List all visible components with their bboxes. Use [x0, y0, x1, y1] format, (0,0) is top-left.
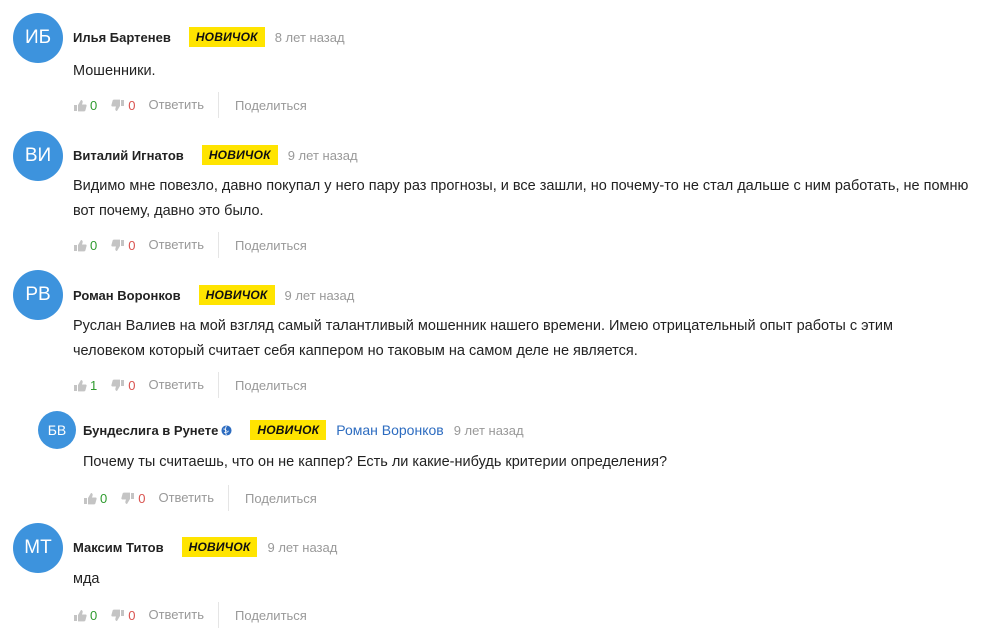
avatar[interactable]: МТ [13, 523, 63, 573]
comment-text: мда [73, 571, 100, 587]
timestamp[interactable]: 9 лет назад [454, 423, 524, 438]
like-button[interactable]: 0 [73, 608, 97, 623]
avatar[interactable]: РВ [13, 270, 63, 320]
comment-text: Мошенники. [73, 63, 156, 79]
dislike-button[interactable]: 0 [111, 378, 135, 393]
avatar[interactable]: ИБ [13, 13, 63, 63]
reply-button[interactable]: Ответить [158, 485, 230, 511]
reply-to-link[interactable]: Роман Воронков [336, 422, 443, 438]
thumbs-down-icon [111, 379, 125, 391]
share-button[interactable]: Поделиться [235, 98, 307, 113]
dislike-button[interactable]: 0 [121, 491, 145, 506]
like-count: 0 [90, 607, 98, 623]
author-name[interactable]: Роман Воронков [73, 288, 181, 303]
status-badge: НОВИЧОК [188, 27, 265, 47]
thumbs-down-icon [111, 99, 125, 111]
dislike-button[interactable]: 0 [111, 238, 135, 253]
status-badge: НОВИЧОК [181, 537, 258, 557]
like-count: 0 [100, 490, 108, 506]
status-badge: НОВИЧОК [201, 145, 278, 165]
like-button[interactable]: 0 [73, 98, 97, 113]
dislike-button[interactable]: 0 [111, 98, 135, 113]
comment-meta: Максим Титов НОВИЧОК 9 лет назад [73, 535, 337, 559]
comment-text: Почему ты считаешь, что он не каппер? Ес… [83, 454, 668, 470]
dislike-button[interactable]: 0 [111, 608, 135, 623]
dislike-count: 0 [128, 607, 136, 623]
thumbs-up-icon [84, 492, 97, 504]
thumbs-down-icon [111, 609, 125, 621]
like-count: 0 [90, 237, 98, 253]
author-name[interactable]: Илья Бартенев [73, 30, 171, 45]
reply-button[interactable]: Ответить [148, 602, 220, 628]
thumbs-down-icon [111, 239, 125, 251]
dislike-count: 0 [128, 237, 136, 253]
comment-actions: 0 0 Ответить Поделиться [73, 232, 307, 258]
timestamp[interactable]: 9 лет назад [288, 148, 358, 163]
reply-button[interactable]: Ответить [148, 232, 220, 258]
dislike-count: 0 [138, 490, 146, 506]
timestamp[interactable]: 9 лет назад [267, 540, 337, 555]
globe-icon [221, 424, 232, 436]
thumbs-down-icon [121, 492, 135, 504]
comment-actions: 0 0 Ответить Поделиться [73, 602, 307, 628]
status-badge: НОВИЧОК [250, 420, 327, 440]
author-name[interactable]: Максим Титов [73, 540, 164, 555]
reply-button[interactable]: Ответить [148, 92, 220, 118]
comment-meta: Бундеслига в Рунете НОВИЧОК Роман Воронк… [83, 418, 524, 442]
avatar[interactable]: ВИ [13, 131, 63, 181]
dislike-count: 0 [128, 377, 136, 393]
reply-button[interactable]: Ответить [148, 372, 220, 398]
comment-meta: Роман Воронков НОВИЧОК 9 лет назад [73, 283, 354, 307]
comment-meta: Виталий Игнатов НОВИЧОК 9 лет назад [73, 143, 358, 167]
comment-actions: 1 0 Ответить Поделиться [73, 372, 307, 398]
author-name[interactable]: Виталий Игнатов [73, 148, 184, 163]
status-badge: НОВИЧОК [198, 285, 275, 305]
avatar[interactable]: БВ [38, 411, 76, 449]
thumbs-up-icon [74, 379, 87, 391]
like-button[interactable]: 0 [83, 491, 107, 506]
like-count: 1 [90, 377, 98, 393]
dislike-count: 0 [128, 97, 136, 113]
timestamp[interactable]: 9 лет назад [285, 288, 355, 303]
comment-meta: Илья Бартенев НОВИЧОК 8 лет назад [73, 25, 345, 49]
comment-actions: 0 0 Ответить Поделиться [83, 485, 317, 511]
comment-text: Видимо мне повезло, давно покупал у него… [73, 178, 969, 219]
like-count: 0 [90, 97, 98, 113]
thumbs-up-icon [74, 609, 87, 621]
share-button[interactable]: Поделиться [235, 378, 307, 393]
thumbs-up-icon [74, 99, 87, 111]
like-button[interactable]: 0 [73, 238, 97, 253]
share-button[interactable]: Поделиться [235, 608, 307, 623]
like-button[interactable]: 1 [73, 378, 97, 393]
author-name[interactable]: Бундеслига в Рунете [83, 423, 218, 438]
share-button[interactable]: Поделиться [235, 238, 307, 253]
thumbs-up-icon [74, 239, 87, 251]
share-button[interactable]: Поделиться [245, 491, 317, 506]
timestamp[interactable]: 8 лет назад [275, 30, 345, 45]
comment-actions: 0 0 Ответить Поделиться [73, 92, 307, 118]
comment-text: Руслан Валиев на мой взгляд самый талант… [73, 318, 893, 359]
